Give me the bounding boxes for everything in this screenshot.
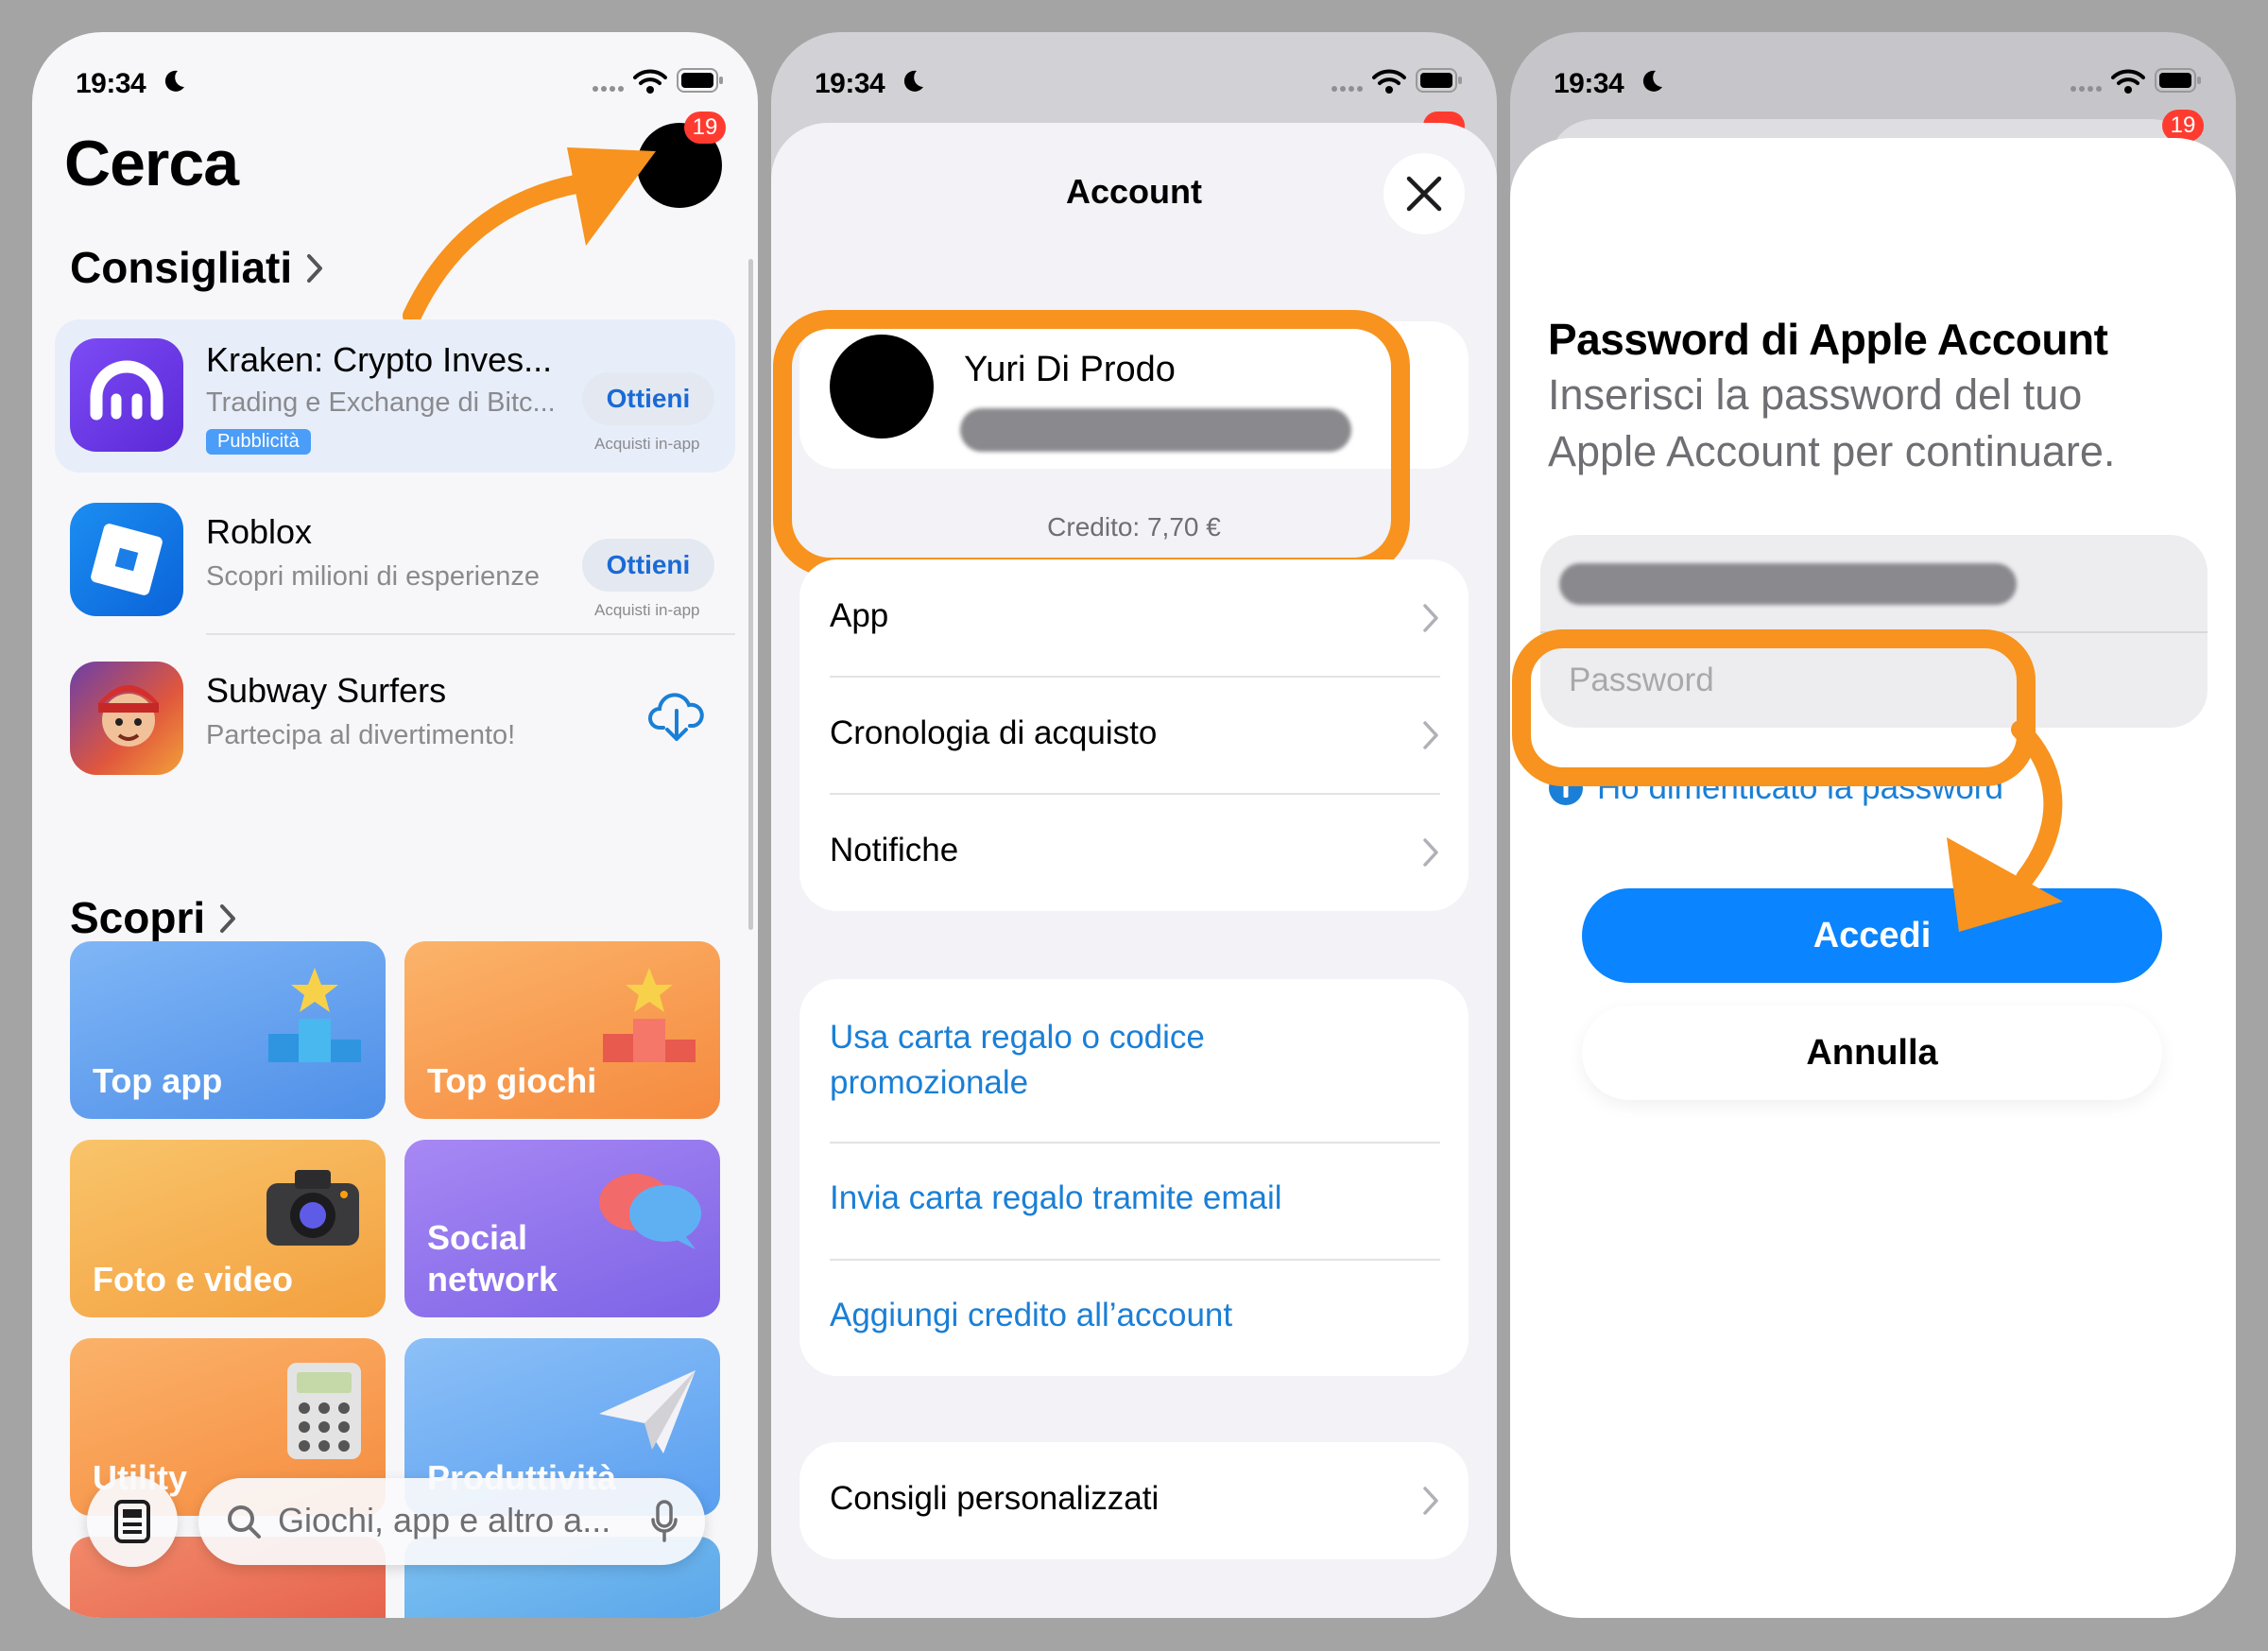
menu-label: Consigli personalizzati [830,1480,1160,1517]
microphone-icon[interactable] [650,1499,679,1544]
notification-badge: 19 [684,112,726,144]
orange-highlight-annotation [1512,629,2063,932]
menu-item-purchase-history[interactable]: Cronologia di acquisto [799,677,1469,794]
search-screen: 19:34 Cerca 19 Consigliati Kraken: Crypt… [32,32,758,1618]
wifi-icon [633,69,667,94]
chevron-right-icon [1423,721,1438,749]
sheet-description: Inserisci la password del tuo Apple Acco… [1548,370,2116,475]
moon-icon [164,70,184,92]
today-tab-button[interactable] [87,1476,178,1567]
chevron-right-icon [1423,838,1438,867]
podium-icon [603,968,696,1062]
send-gift-card-link[interactable]: Invia carta regalo tramite email [830,1179,1282,1217]
divider [830,1259,1440,1261]
category-tile-top-app[interactable]: Top app [70,941,386,1119]
section-label: Consigliati [70,243,293,292]
category-tile-top-giochi[interactable]: Top giochi [404,941,720,1119]
chevron-right-icon [1423,604,1438,632]
kraken-icon [70,338,183,452]
ad-app-row[interactable]: Kraken: Crypto Inves... Trading e Exchan… [55,319,735,473]
wifi-icon [2111,69,2145,94]
gift-card-menu: Usa carta regalo o codice promozionale I… [799,979,1469,1376]
section-label: Scopri [70,893,206,942]
today-icon [114,1500,150,1543]
cancel-button[interactable]: Annulla [1582,1006,2162,1100]
section-title-consigliati[interactable]: Consigliati [70,242,325,293]
chevron-right-icon [219,904,235,933]
add-funds-link[interactable]: Aggiungi credito all’account [830,1297,1232,1334]
get-button[interactable]: Ottieni [582,539,714,592]
category-label: Top app [93,1061,223,1100]
roblox-icon [70,503,183,616]
calculator-icon [287,1363,361,1459]
app-row[interactable]: Roblox Scopri milioni di esperienze Otti… [55,491,735,633]
account-screen: 19:34 Account Yuri Di Prodo Credito: 7,7… [771,32,1497,1618]
category-label: Foto e video [93,1260,294,1298]
status-time: 19:34 [76,68,146,99]
chevron-right-icon [1423,1487,1438,1515]
status-bar: 19:34 [32,57,758,113]
status-bar: 19:34 [771,57,1497,113]
battery-icon [677,68,723,93]
divider [206,633,735,635]
signal-dots-icon [1332,86,1363,92]
signal-dots-icon [2070,86,2102,92]
app-subtitle: Trading e Exchange di Bitc... [206,387,556,418]
account-sheet: Account Yuri Di Prodo Credito: 7,70 € Ap… [771,123,1497,1618]
menu-label: Notifiche [830,832,959,868]
moon-icon [1642,70,1662,92]
account-menu: App Cronologia di acquisto Notifiche [799,559,1469,911]
status-bar: 19:34 [1510,57,2236,113]
category-label: Social network [427,1218,558,1298]
app-name: Kraken: Crypto Inves... [206,340,553,379]
in-app-note: Acquisti in-app [594,601,700,619]
category-tile-foto-video[interactable]: Foto e video [70,1140,386,1317]
moon-icon [903,70,923,92]
password-screen: 19:34 19 Password di Apple Account Inser… [1510,32,2236,1618]
category-tile-social-network[interactable]: Social network [404,1140,720,1317]
category-label: Top giochi [427,1061,597,1100]
wifi-icon [1372,69,1406,94]
subway-surfers-icon [70,662,183,775]
redeem-gift-card-link[interactable]: Usa carta regalo o codice promozionale [830,1015,1321,1106]
search-icon [228,1505,261,1539]
app-subtitle: Partecipa al divertimento! [206,720,516,750]
notification-badge: 19 [2162,110,2204,142]
divider [830,1142,1440,1144]
podium-icon [268,968,361,1062]
close-button[interactable] [1383,153,1465,234]
menu-label: Cronologia di acquisto [830,714,1158,751]
battery-icon [2155,68,2201,93]
orange-arrow-annotation [403,147,656,325]
app-name: Roblox [206,512,313,551]
search-field[interactable]: Giochi, app e altro a... [198,1478,705,1565]
page-title: Cerca [64,128,239,199]
sheet-title: Password di Apple Account [1548,315,2108,364]
section-title-scopri[interactable]: Scopri [70,892,238,943]
get-button[interactable]: Ottieni [582,372,714,425]
ad-tag: Pubblicità [206,429,311,455]
personalized-recommendations-menu: Consigli personalizzati [799,1442,1469,1559]
signal-dots-icon [593,86,624,92]
cloud-download-icon[interactable] [648,690,705,745]
menu-item-app[interactable]: App [799,559,1469,677]
battery-icon [1416,68,1462,93]
orange-highlight-annotation [773,310,1410,576]
app-name: Subway Surfers [206,671,447,710]
app-subtitle: Scopri milioni di esperienze [206,561,540,592]
menu-item-notifications[interactable]: Notifiche [799,794,1469,911]
status-time: 19:34 [1554,68,1624,99]
scrollbar[interactable] [748,259,753,930]
menu-label: App [830,597,889,634]
camera-icon [266,1170,359,1246]
chevron-right-icon [306,254,322,283]
paper-plane-icon [599,1370,696,1453]
search-input[interactable]: Giochi, app e altro a... [278,1501,610,1540]
menu-item-personalized-recommendations[interactable]: Consigli personalizzati [799,1442,1469,1559]
close-icon [1406,176,1442,212]
status-time: 19:34 [815,68,885,99]
in-app-note: Acquisti in-app [594,435,700,453]
app-row[interactable]: Subway Surfers Partecipa al divertimento… [55,650,735,792]
